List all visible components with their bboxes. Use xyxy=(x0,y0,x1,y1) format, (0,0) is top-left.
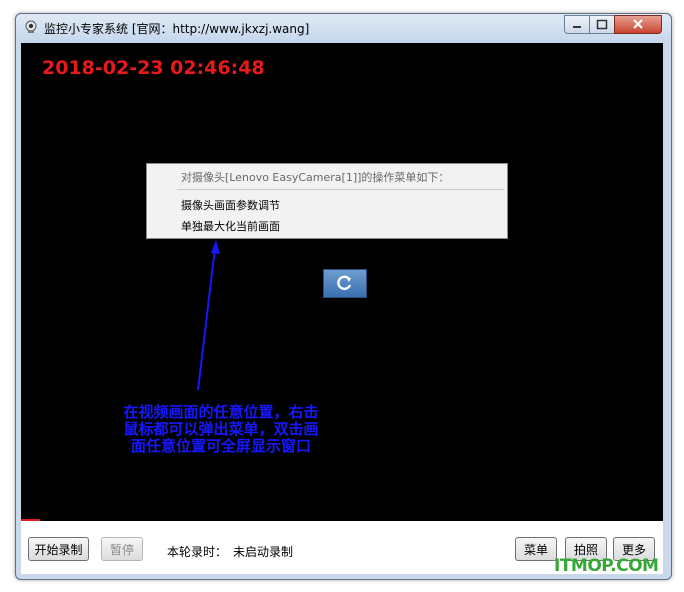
round-duration-value: 未启动录制 xyxy=(233,545,294,559)
round-duration-label: 本轮录时： xyxy=(167,545,228,559)
video-view[interactable]: 2018-02-23 02:46:48 对摄像头[Lenovo EasyCame… xyxy=(21,43,663,521)
maximize-button[interactable] xyxy=(589,15,615,34)
pause-button[interactable]: 暂停 xyxy=(101,537,143,561)
watermark: ITMOP.COM xyxy=(554,556,659,576)
annotation-line: 鼠标都可以弹出菜单，双击画 xyxy=(123,420,319,438)
minimize-button[interactable] xyxy=(564,15,590,34)
annotation-line: 面任意位置可全屏显示窗口 xyxy=(130,437,311,455)
window-title: 监控小专家系统 [官网：http://www.jkxzj.wang] xyxy=(44,22,310,36)
close-icon xyxy=(633,19,643,29)
menu-button[interactable]: 菜单 xyxy=(515,537,557,561)
minimize-icon xyxy=(573,26,581,28)
close-button[interactable] xyxy=(614,15,662,34)
maximize-icon xyxy=(596,19,608,30)
start-record-button[interactable]: 开始录制 xyxy=(28,537,89,561)
title-bar[interactable]: 监控小专家系统 [官网：http://www.jkxzj.wang] xyxy=(16,14,671,43)
camera-app-icon xyxy=(25,20,37,33)
annotation-text: 在视频画面的任意位置，右击 鼠标都可以弹出菜单，双击画 面任意位置可全屏显示窗口 xyxy=(101,404,341,455)
app-window: 监控小专家系统 [官网：http://www.jkxzj.wang] 2018-… xyxy=(15,13,672,580)
annotation-line: 在视频画面的任意位置，右击 xyxy=(123,403,319,421)
